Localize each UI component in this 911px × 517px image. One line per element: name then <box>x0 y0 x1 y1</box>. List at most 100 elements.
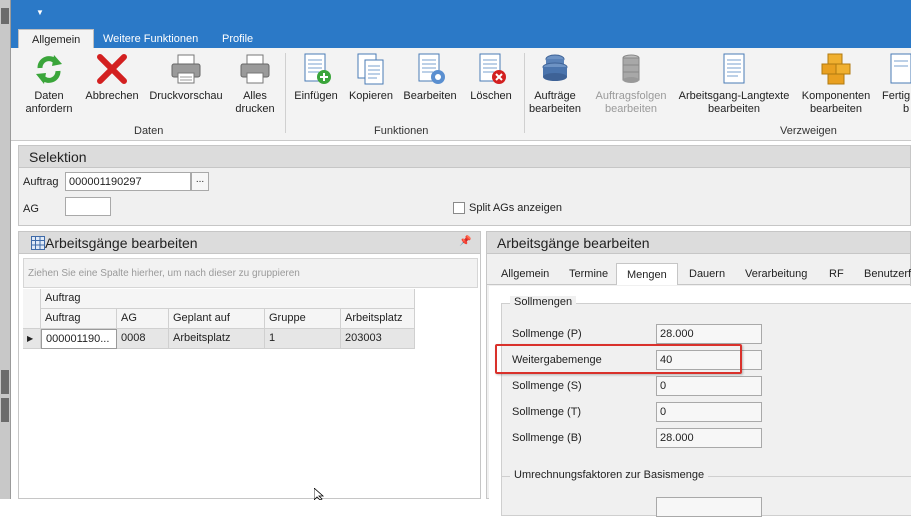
sollmenge-p-label: Sollmenge (P) <box>512 328 582 340</box>
button-label: Löschen <box>470 90 512 102</box>
pin-icon[interactable]: 📌 <box>459 236 471 247</box>
sollmenge-b-label: Sollmenge (B) <box>512 432 582 444</box>
ribbon-tab-row: Allgemein Weitere Funktionen Profile <box>11 27 911 48</box>
druckvorschau-button[interactable]: Druckvorschau <box>149 52 223 103</box>
left-panel-title: Arbeitsgänge bearbeiten <box>19 232 480 254</box>
tab-termine[interactable]: Termine <box>559 263 618 285</box>
sollmenge-s-field[interactable]: 0 <box>656 376 762 396</box>
table-cell-geplant-auf[interactable]: Arbeitsplatz <box>169 329 265 349</box>
table-cell-auftrag[interactable]: 000001190... <box>41 329 117 349</box>
mengen-tab-content: Sollmengen Sollmenge (P) 28.000 Weiterga… <box>489 286 911 517</box>
alles-drucken-button[interactable]: Alles drucken <box>229 52 281 116</box>
insert-document-icon <box>304 53 331 84</box>
kopieren-button[interactable]: Kopieren <box>346 52 396 103</box>
auftrag-browse-button[interactable]: ... <box>191 172 209 191</box>
ribbon-tab-profile[interactable]: Profile <box>209 29 266 48</box>
column-header-geplant-auf[interactable]: Geplant auf <box>169 309 265 329</box>
auftraege-bearbeiten-button[interactable]: Aufträge bearbeiten <box>525 52 585 116</box>
ribbon: Daten anfordern Abbrechen Druckvorschau … <box>11 48 911 141</box>
button-label: Kopieren <box>348 90 394 102</box>
title-bar: ▼ <box>11 0 911 27</box>
table-cell-gruppe[interactable]: 1 <box>265 329 341 349</box>
column-header-ag[interactable]: AG <box>117 309 169 329</box>
loeschen-button[interactable]: Löschen <box>466 52 516 103</box>
auftrag-input[interactable] <box>65 172 191 191</box>
strip-marker <box>1 8 9 24</box>
left-edge-strip <box>0 0 11 499</box>
row-current-indicator-icon: ▶ <box>23 329 41 349</box>
bearbeiten-button[interactable]: Bearbeiten <box>401 52 459 103</box>
sollmenge-b-field[interactable]: 28.000 <box>656 428 762 448</box>
ag-input[interactable] <box>65 197 111 216</box>
table-cell-ag[interactable]: 0008 <box>117 329 169 349</box>
grid-icon <box>31 236 45 250</box>
auftrag-label: Auftrag <box>23 176 59 188</box>
selektion-panel: Selektion Auftrag ... AG Split AGs anzei… <box>18 145 911 226</box>
einfuegen-button[interactable]: Einfügen <box>291 52 341 103</box>
button-label: bearbeiten <box>529 103 581 115</box>
group-divider <box>285 53 286 133</box>
fertig-button[interactable]: Fertig b <box>879 52 911 116</box>
umrechnungsfaktor-field[interactable] <box>656 497 762 517</box>
strip-marker <box>1 398 9 422</box>
arbeitsgaenge-list-panel: Arbeitsgänge bearbeiten 📌 Ziehen Sie ein… <box>18 231 481 500</box>
tab-verarbeitung[interactable]: Verarbeitung <box>735 263 817 285</box>
auftragsfolgen-bearbeiten-button[interactable]: Auftragsfolgen bearbeiten <box>589 52 673 116</box>
button-label: Arbeitsgang-Langtexte <box>678 90 790 102</box>
sollmenge-t-field[interactable]: 0 <box>656 402 762 422</box>
ribbon-tab-weitere-funktionen[interactable]: Weitere Funktionen <box>90 29 211 48</box>
umrechnungsfaktoren-group-title: Umrechnungsfaktoren zur Basismenge <box>510 469 709 481</box>
button-label: Auftragsfolgen <box>595 90 667 102</box>
column-header-auftrag[interactable]: Auftrag <box>41 309 117 329</box>
sollmengen-group-title: Sollmengen <box>510 296 577 308</box>
print-preview-icon <box>171 54 201 84</box>
tab-allgemein[interactable]: Allgemein <box>491 263 559 285</box>
row-indicator-header <box>23 289 41 329</box>
table-cell-arbeitsplatz[interactable]: 203003 <box>341 329 415 349</box>
abbrechen-button[interactable]: Abbrechen <box>84 52 140 103</box>
database-icon <box>542 54 568 81</box>
tab-rf[interactable]: RF <box>819 263 854 285</box>
button-label: drucken <box>235 103 275 115</box>
button-label: anfordern <box>25 103 73 115</box>
band-header[interactable]: Auftrag <box>41 289 415 309</box>
document-icon <box>890 53 911 84</box>
arbeitsgang-langtexte-button[interactable]: Arbeitsgang-Langtexte bearbeiten <box>675 52 793 116</box>
split-ags-checkbox[interactable] <box>453 202 465 214</box>
group-by-area[interactable]: Ziehen Sie eine Spalte hierher, um nach … <box>23 258 478 288</box>
group-label-daten: Daten <box>134 125 164 137</box>
delete-document-icon <box>479 53 506 84</box>
button-label: Einfügen <box>294 90 338 102</box>
ag-label: AG <box>23 203 39 215</box>
umrechnungsfaktoren-group: Umrechnungsfaktoren zur Basismenge <box>501 469 911 517</box>
selektion-title: Selektion <box>19 146 910 168</box>
button-label: b <box>903 103 910 115</box>
sollmenge-t-label: Sollmenge (T) <box>512 406 582 418</box>
tab-mengen[interactable]: Mengen <box>616 263 678 285</box>
tab-dauern[interactable]: Dauern <box>679 263 735 285</box>
button-label: bearbeiten <box>810 103 862 115</box>
button-label: bearbeiten <box>708 103 760 115</box>
column-header-arbeitsplatz[interactable]: Arbeitsplatz <box>341 309 415 329</box>
tab-benutzerfelder[interactable]: Benutzerf <box>854 263 911 285</box>
mouse-cursor-icon <box>314 488 325 500</box>
printer-icon <box>240 54 270 84</box>
sollmenge-s-label: Sollmenge (S) <box>512 380 582 392</box>
group-label-verzweigen: Verzweigen <box>780 125 837 137</box>
komponenten-bearbeiten-button[interactable]: Komponenten bearbeiten <box>797 52 875 116</box>
sollmenge-p-field[interactable]: 28.000 <box>656 324 762 344</box>
detail-tab-bar: Allgemein Termine Mengen Dauern Verarbei… <box>487 259 911 285</box>
button-label: Alles <box>243 90 267 102</box>
button-label: bearbeiten <box>605 103 657 115</box>
cancel-x-icon <box>97 54 127 84</box>
button-label: Aufträge <box>534 90 576 102</box>
button-label: Abbrechen <box>85 90 139 102</box>
highlight-rectangle <box>495 344 742 374</box>
ribbon-tab-allgemein[interactable]: Allgemein <box>18 29 95 48</box>
button-label: Daten <box>34 90 64 102</box>
quick-access-dropdown-icon[interactable]: ▼ <box>36 8 44 17</box>
column-header-gruppe[interactable]: Gruppe <box>265 309 341 329</box>
button-label: Fertig <box>882 90 911 102</box>
daten-anfordern-button[interactable]: Daten anfordern <box>19 52 79 116</box>
button-label: Bearbeiten <box>403 90 457 102</box>
